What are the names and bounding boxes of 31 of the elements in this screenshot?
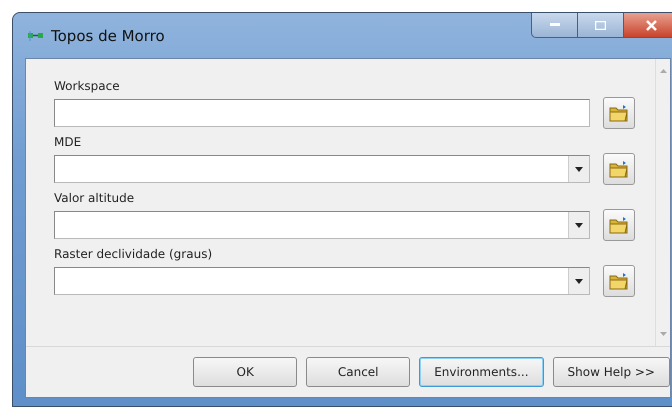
tool-icon <box>27 30 45 42</box>
input-field[interactable] <box>54 99 590 127</box>
dropdown-arrow-icon <box>575 222 583 228</box>
dialog-button[interactable]: Show Help >> <box>552 357 670 387</box>
dropdown-field[interactable] <box>54 267 590 295</box>
folder-icon <box>609 104 629 122</box>
browse-button[interactable] <box>603 153 635 185</box>
parameter-label: Valor altitude <box>54 191 136 205</box>
dropdown-field[interactable] <box>54 211 590 239</box>
minimize-button[interactable] <box>531 13 577 38</box>
parameter-label: Raster declividade (graus) <box>54 247 214 261</box>
dialog-button[interactable]: Cancel <box>306 357 410 387</box>
minimize-icon <box>550 23 560 27</box>
window-title: Topos de Morro <box>51 26 165 44</box>
close-button[interactable] <box>623 13 672 38</box>
dropdown-arrow-icon <box>575 166 583 172</box>
browse-button[interactable] <box>603 97 635 129</box>
maximize-icon <box>595 20 606 30</box>
close-icon <box>646 20 656 30</box>
maximize-button[interactable] <box>577 13 623 38</box>
folder-icon <box>609 216 629 234</box>
browse-button[interactable] <box>603 209 635 241</box>
parameter-label: MDE <box>54 135 82 149</box>
dialog-button[interactable]: OK <box>193 357 298 387</box>
folder-icon <box>609 272 629 290</box>
folder-icon <box>609 160 629 178</box>
dropdown-field[interactable] <box>54 155 590 183</box>
dialog-button[interactable]: Environments... <box>419 357 544 387</box>
browse-button[interactable] <box>603 265 635 297</box>
parameter-label: Workspace <box>54 79 121 93</box>
dropdown-arrow-icon <box>575 278 583 284</box>
